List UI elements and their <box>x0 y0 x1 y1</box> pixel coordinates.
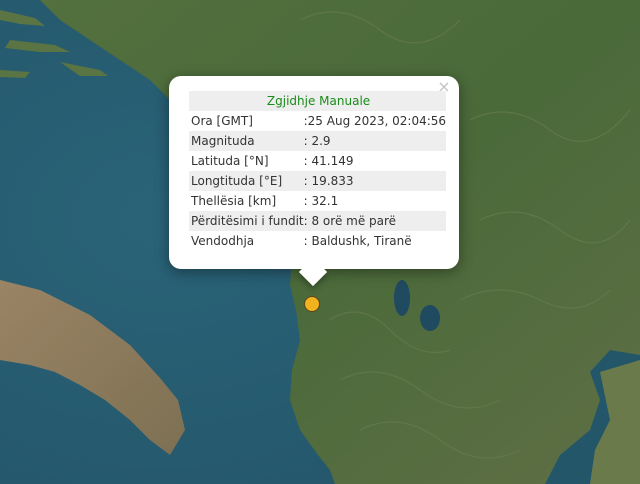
detail-label: Magnituda <box>189 131 304 151</box>
lake-prespa <box>420 305 440 331</box>
detail-row-latitude: Latituda [°N] : 41.149 <box>189 151 446 171</box>
detail-value: : 19.833 <box>303 171 447 191</box>
detail-value: : Baldushk, Tiranë <box>303 234 412 248</box>
popup-title: Zgjidhje Manuale <box>189 91 447 111</box>
detail-row-time: Ora [GMT] :25 Aug 2023, 02:04:56 <box>189 111 446 131</box>
detail-row-depth: Thellësia [km] : 32.1 <box>189 191 446 211</box>
popup-title-row: Zgjidhje Manuale <box>189 91 447 111</box>
earthquake-marker-icon[interactable] <box>304 296 320 312</box>
detail-label: Thellësia [km] <box>191 194 277 208</box>
popup-pointer-cover <box>296 256 332 269</box>
detail-label: Vendodhja <box>191 234 255 248</box>
detail-value: : 2.9 <box>303 131 447 151</box>
lake-ohrid <box>394 280 410 316</box>
detail-value: :25 Aug 2023, 02:04:56 <box>303 114 447 128</box>
detail-value: : 8 orë më parë <box>303 211 447 231</box>
detail-label: Përditësimi i fundit <box>189 211 304 231</box>
detail-row-location: Vendodhja : Baldushk, Tiranë <box>189 231 446 251</box>
detail-row-magnitude: Magnituda : 2.9 <box>189 131 447 151</box>
detail-label: Ora [GMT] <box>191 114 253 128</box>
detail-label: Longtituda [°E] <box>189 171 304 191</box>
earthquake-info-popup: × Zgjidhje Manuale Ora [GMT] :25 Aug 202… <box>169 76 459 269</box>
detail-value: : 32.1 <box>303 194 339 208</box>
detail-row-last-update: Përditësimi i fundit : 8 orë më parë <box>189 211 447 231</box>
earthquake-details-table: Zgjidhje Manuale Ora [GMT] :25 Aug 2023,… <box>189 91 447 251</box>
detail-row-longitude: Longtituda [°E] : 19.833 <box>189 171 447 191</box>
detail-label: Latituda [°N] <box>191 154 269 168</box>
detail-value: : 41.149 <box>303 154 354 168</box>
